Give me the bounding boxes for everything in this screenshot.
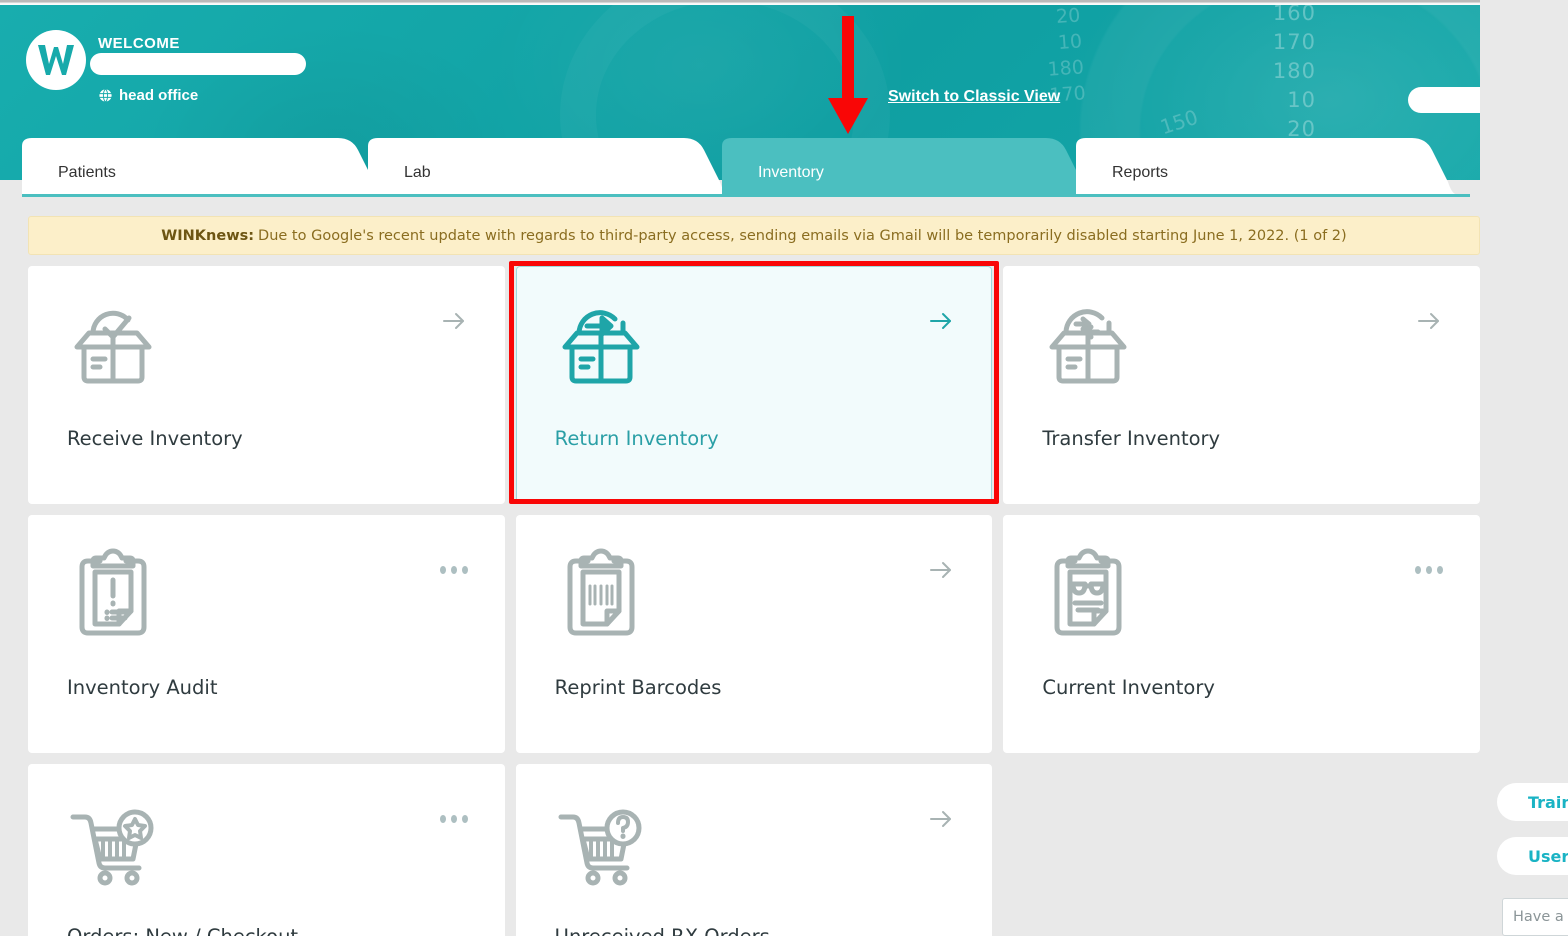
- user-name-placeholder-bar: [90, 53, 306, 75]
- box-transfer-icon: [1042, 299, 1134, 391]
- tab-label: Inventory: [758, 164, 824, 181]
- cart-star-icon: [67, 797, 159, 889]
- user-button[interactable]: User: [1497, 837, 1568, 875]
- scale-label: 170: [1272, 30, 1316, 54]
- floating-action-buttons: Train User: [1497, 783, 1568, 891]
- dot: [461, 566, 468, 574]
- card-placeholder-empty: [1003, 764, 1480, 936]
- tab-reports[interactable]: Reports: [1076, 138, 1456, 194]
- training-button[interactable]: Train: [1497, 783, 1568, 821]
- card-orders-new-checkout[interactable]: Orders: New / Checkout: [28, 764, 505, 936]
- more-dots-icon[interactable]: [1415, 556, 1444, 584]
- clipboard-barcode-icon: [555, 548, 647, 640]
- card-title: Receive Inventory: [67, 427, 243, 450]
- tab-patients[interactable]: Patients: [22, 138, 382, 194]
- welcome-label: WELCOME: [98, 35, 180, 52]
- dot: [450, 566, 457, 574]
- dot: [439, 815, 446, 823]
- winknews-banner: WINKnews: Due to Google's recent update …: [28, 216, 1480, 255]
- card-row: Orders: New / Checkout: [28, 764, 1480, 936]
- switch-to-classic-view-link[interactable]: Switch to Classic View: [888, 88, 1060, 106]
- winknews-prefix: WINKnews:: [161, 227, 255, 244]
- dot: [461, 815, 468, 823]
- arrow-right-icon[interactable]: [927, 307, 955, 335]
- tab-label: Patients: [58, 164, 116, 181]
- card-title: Reprint Barcodes: [554, 676, 722, 699]
- winknews-message: Due to Google's recent update with regar…: [258, 227, 1347, 244]
- card-reprint-barcodes[interactable]: Reprint Barcodes: [515, 515, 993, 753]
- dot: [1426, 566, 1433, 574]
- card-receive-inventory[interactable]: Receive Inventory: [28, 266, 505, 504]
- card-title: Orders: New / Checkout: [67, 925, 298, 936]
- box-return-icon: [555, 299, 647, 391]
- dot: [1415, 566, 1422, 574]
- dot: [439, 566, 446, 574]
- card-row: Receive Inventory Return Inventory Trans…: [28, 266, 1481, 504]
- office-label: head office: [119, 87, 199, 104]
- wink-logo: [26, 30, 86, 90]
- scale-label: 180: [1272, 59, 1316, 83]
- cart-question-icon: [555, 797, 647, 889]
- card-title: Return Inventory: [554, 427, 719, 450]
- inventory-card-grid: Receive Inventory Return Inventory Trans…: [28, 266, 1481, 936]
- arrow-right-icon[interactable]: [927, 805, 955, 833]
- logo-w-glyph: [38, 45, 74, 75]
- scale-label: 160: [1272, 5, 1316, 25]
- card-inventory-audit[interactable]: Inventory Audit: [28, 515, 505, 753]
- tab-inventory[interactable]: Inventory: [722, 138, 1090, 194]
- card-row: Inventory Audit Reprint Barcodes Current…: [28, 515, 1481, 753]
- card-title: Transfer Inventory: [1042, 427, 1221, 450]
- dot: [1437, 566, 1444, 574]
- box-check-icon: [67, 299, 159, 391]
- tab-label: Lab: [404, 164, 431, 181]
- card-title: Inventory Audit: [67, 676, 218, 699]
- arrow-right-icon[interactable]: [1415, 307, 1443, 335]
- chat-widget-input[interactable]: Have a qu: [1502, 898, 1568, 936]
- arrow-right-icon[interactable]: [440, 307, 468, 335]
- card-title: Unreceived RX Orders: [555, 925, 770, 936]
- page-body: WINKnews: Due to Google's recent update …: [0, 197, 1568, 936]
- card-title: Current Inventory: [1042, 676, 1215, 699]
- office-indicator: head office: [98, 87, 198, 104]
- main-tab-strip: Patients Lab Inventory Reports: [0, 138, 1568, 198]
- card-return-inventory[interactable]: Return Inventory: [515, 266, 993, 504]
- tab-lab[interactable]: Lab: [368, 138, 728, 194]
- dot: [450, 815, 457, 823]
- arrow-right-icon[interactable]: [927, 556, 955, 584]
- clipboard-glasses-icon: [1042, 548, 1134, 640]
- card-current-inventory[interactable]: Current Inventory: [1003, 515, 1481, 753]
- card-unreceived-rx-orders[interactable]: Unreceived RX Orders: [515, 764, 993, 936]
- annotation-arrow-icon: [826, 16, 870, 134]
- card-transfer-inventory[interactable]: Transfer Inventory: [1003, 266, 1481, 504]
- scale-label: 10: [1287, 88, 1316, 112]
- globe-icon: [98, 88, 113, 103]
- more-dots-icon[interactable]: [439, 556, 468, 584]
- tab-label: Reports: [1112, 164, 1169, 181]
- more-dots-icon[interactable]: [439, 805, 468, 833]
- clipboard-alert-icon: [67, 548, 159, 640]
